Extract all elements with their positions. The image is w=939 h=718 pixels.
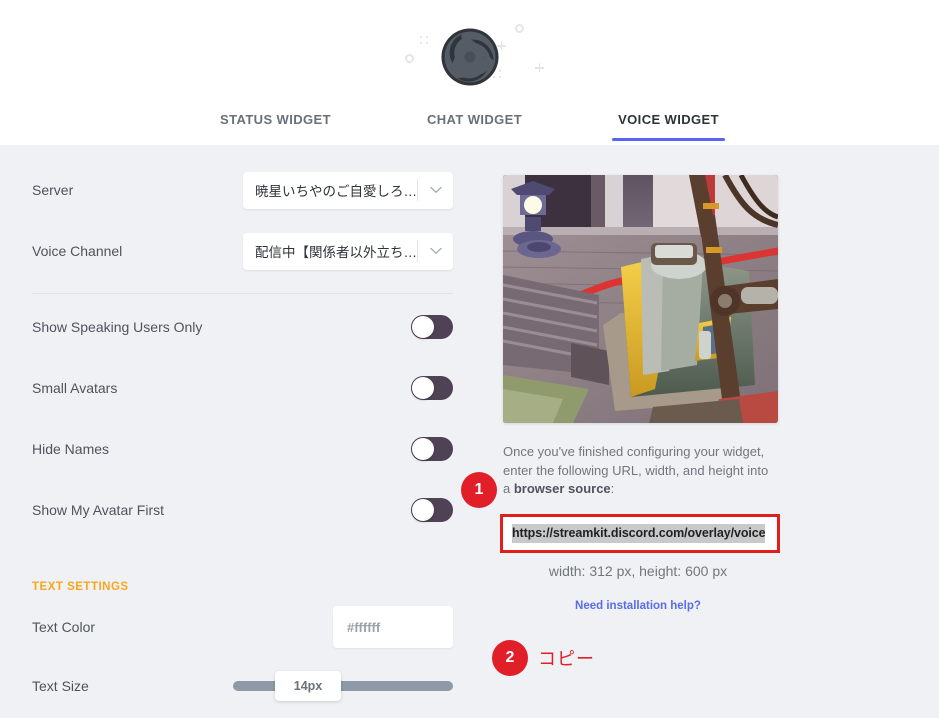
text-size-label: Text Size [32,678,89,694]
voice-channel-select[interactable]: 配信中【関係者以外立ち… [243,232,453,270]
text-color-label: Text Color [32,619,96,635]
instructions-line-3-prefix: a [503,481,514,496]
browser-source-emphasis: browser source [513,481,611,496]
hide-names-toggle[interactable] [411,437,453,461]
sparkle-plus-icon [534,63,544,72]
logo-area [395,14,545,100]
voice-channel-label: Voice Channel [32,243,123,259]
instructions-line-3-suffix: : [610,481,615,496]
text-color-input[interactable]: #ffffff [333,606,453,648]
setting-row-show-speaking-users-only: Show Speaking Users Only [32,309,453,345]
server-select[interactable]: 暁星いちやのご自愛しろ… [243,171,453,209]
text-size-value: 14px [275,671,341,701]
toggle-knob [412,377,434,399]
show-my-avatar-first-label: Show My Avatar First [32,502,165,518]
server-label: Server [32,182,74,198]
setting-row-server: Server 暁星いちやのご自愛しろ… [32,171,453,209]
setting-row-show-my-avatar-first: Show My Avatar First [32,492,453,528]
tab-chat-widget[interactable]: CHAT WIDGET [427,108,522,141]
show-speaking-users-only-label: Show Speaking Users Only [32,319,203,335]
voice-channel-select-value: 配信中【関係者以外立ち… [255,245,417,260]
show-speaking-users-only-toggle[interactable] [411,315,453,339]
widget-url-value: https://streamkit.discord.com/overlay/vo… [512,524,766,543]
tab-status-widget[interactable]: STATUS WIDGET [220,108,331,141]
setting-row-hide-names: Hide Names [32,431,453,467]
tab-voice-widget[interactable]: VOICE WIDGET [612,108,725,141]
widget-preview-image [503,175,778,423]
chevron-down-icon [418,247,453,255]
annotation-label-copy: コピー [538,649,595,669]
small-avatars-toggle[interactable] [411,376,453,400]
show-my-avatar-first-toggle[interactable] [411,498,453,522]
obs-logo-icon [439,26,501,88]
slider-track [233,681,453,691]
toggle-knob [412,499,434,521]
preview-illustration [503,175,778,423]
setting-row-small-avatars: Small Avatars [32,370,453,406]
preview-column: Once you've finished configuring your wi… [470,145,939,718]
sparkle-ring-icon [514,24,524,33]
annotation-badge-2: 2 [492,640,528,676]
instructions-text: Once you've finished configuring your wi… [503,443,773,499]
setting-row-text-color: Text Color #ffffff [32,606,453,648]
streamkit-voice-widget-page: STATUS WIDGET CHAT WIDGET VOICE WIDGET S… [0,0,939,718]
page-body: Server 暁星いちやのご自愛しろ… Voice Channel 配信中【関係… [0,145,939,718]
settings-column: Server 暁星いちやのご自愛しろ… Voice Channel 配信中【関係… [0,145,470,718]
setting-row-voice-channel: Voice Channel 配信中【関係者以外立ち… [32,232,453,270]
widget-tabs: STATUS WIDGET CHAT WIDGET VOICE WIDGET [0,108,939,145]
widget-url-field[interactable]: https://streamkit.discord.com/overlay/vo… [500,514,780,553]
sparkle-dots-icon [419,36,431,47]
chevron-down-icon [418,186,453,194]
toggle-knob [412,316,434,338]
setting-row-text-size: Text Size 14px [32,667,453,705]
settings-divider [32,293,453,294]
text-settings-section-title: TEXT SETTINGS [32,581,129,593]
sparkle-ring-icon [404,54,414,63]
text-size-slider[interactable]: 14px [233,667,453,705]
instructions-line-2: enter the following URL, width, and heig… [503,462,769,478]
server-select-value: 暁星いちやのご自愛しろ… [255,184,417,199]
hide-names-label: Hide Names [32,441,110,457]
small-avatars-label: Small Avatars [32,380,118,396]
page-header: STATUS WIDGET CHAT WIDGET VOICE WIDGET [0,0,939,145]
instructions-line-1: Once you've finished configuring your wi… [503,444,765,459]
toggle-knob [412,438,434,460]
annotation-badge-1: 1 [461,472,497,508]
text-color-value: #ffffff [347,619,381,635]
installation-help-link[interactable]: Need installation help? [503,600,773,612]
widget-dimensions: width: 312 px, height: 600 px [548,563,728,579]
